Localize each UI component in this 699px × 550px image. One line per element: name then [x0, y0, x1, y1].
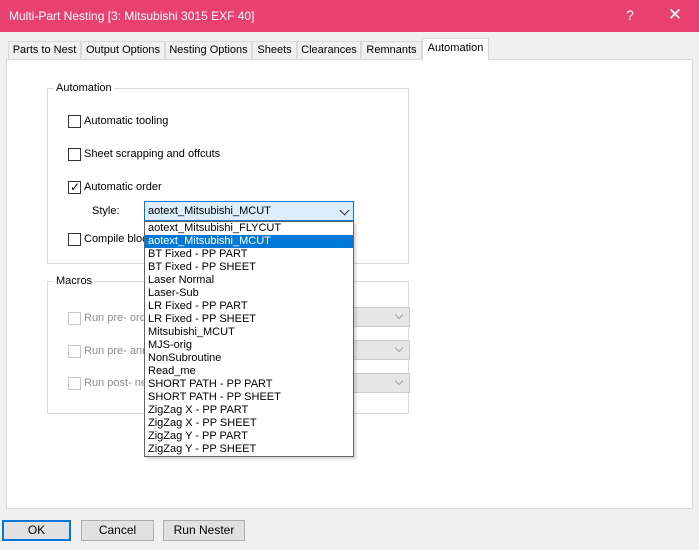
style-option[interactable]: ZigZag Y - PP SHEET [145, 443, 353, 456]
chevron-down-icon [394, 376, 404, 386]
style-combobox[interactable]: aotext_Mitsubishi_MCUT [144, 201, 354, 221]
style-option-selected[interactable]: aotext_Mitsubishi_MCUT [145, 235, 353, 248]
style-dropdown-list[interactable]: aotext_Mitsubishi_FLYCUT aotext_Mitsubis… [144, 221, 354, 457]
style-option[interactable]: Laser-Sub [145, 287, 353, 300]
close-button[interactable]: ✕ [662, 5, 688, 25]
automatic-tooling-label[interactable]: Automatic tooling [84, 115, 168, 127]
run-pre-order-label: Run pre- orde [84, 312, 152, 324]
compile-block-label[interactable]: Compile bloc [84, 233, 148, 245]
sheet-scrapping-checkbox[interactable] [68, 148, 81, 161]
style-option[interactable]: aotext_Mitsubishi_FLYCUT [145, 222, 353, 235]
run-pre-annotation-label: Run pre- ann [84, 345, 149, 357]
window-title: Multi-Part Nesting [3: Mitsubishi 3015 E… [9, 9, 255, 23]
compile-block-checkbox[interactable] [68, 233, 81, 246]
automatic-tooling-checkbox[interactable] [68, 115, 81, 128]
sheet-scrapping-label[interactable]: Sheet scrapping and offcuts [84, 148, 220, 160]
tab-strip: Parts to Nest Output Options Nesting Opt… [0, 38, 699, 61]
run-nester-button[interactable]: Run Nester [163, 520, 245, 541]
tab-sheets[interactable]: Sheets [252, 41, 297, 60]
style-option[interactable]: SHORT PATH - PP PART [145, 378, 353, 391]
style-label: Style: [92, 205, 120, 217]
chevron-down-icon [394, 343, 404, 353]
run-pre-annotation-checkbox[interactable] [68, 345, 81, 358]
title-bar: Multi-Part Nesting [3: Mitsubishi 3015 E… [0, 0, 699, 32]
style-option[interactable]: LR Fixed - PP SHEET [145, 313, 353, 326]
style-option[interactable]: ZigZag X - PP SHEET [145, 417, 353, 430]
style-option[interactable]: ZigZag X - PP PART [145, 404, 353, 417]
chevron-down-icon [339, 205, 350, 216]
run-post-nest-checkbox[interactable] [68, 377, 81, 390]
tab-parts-to-nest[interactable]: Parts to Nest [8, 41, 81, 60]
style-option[interactable]: Read_me [145, 365, 353, 378]
automatic-order-label[interactable]: Automatic order [84, 181, 162, 193]
run-post-nest-label: Run post- ne [84, 377, 147, 389]
tab-output-options[interactable]: Output Options [81, 41, 165, 60]
style-option[interactable]: BT Fixed - PP SHEET [145, 261, 353, 274]
chevron-down-icon [394, 310, 404, 320]
check-mark-icon: ✓ [70, 180, 81, 194]
style-option[interactable]: LR Fixed - PP PART [145, 300, 353, 313]
cancel-button[interactable]: Cancel [81, 520, 154, 541]
macros-group-label: Macros [54, 275, 95, 287]
run-pre-order-checkbox[interactable] [68, 312, 81, 325]
help-button[interactable]: ? [620, 7, 640, 23]
style-option[interactable]: SHORT PATH - PP SHEET [145, 391, 353, 404]
style-option[interactable]: BT Fixed - PP PART [145, 248, 353, 261]
tab-remnants[interactable]: Remnants [361, 41, 422, 60]
ok-button[interactable]: OK [2, 520, 71, 541]
tab-automation[interactable]: Automation [422, 38, 489, 61]
style-selected-value: aotext_Mitsubishi_MCUT [148, 205, 271, 217]
style-option[interactable]: ZigZag Y - PP PART [145, 430, 353, 443]
style-option[interactable]: NonSubroutine [145, 352, 353, 365]
tab-nesting-options[interactable]: Nesting Options [165, 41, 252, 60]
automation-group-label: Automation [54, 82, 114, 94]
automatic-order-checkbox[interactable]: ✓ [68, 180, 81, 194]
style-option[interactable]: Mitsubishi_MCUT [145, 326, 353, 339]
style-option[interactable]: MJS-orig [145, 339, 353, 352]
style-option[interactable]: Laser Normal [145, 274, 353, 287]
tab-clearances[interactable]: Clearances [297, 41, 361, 60]
